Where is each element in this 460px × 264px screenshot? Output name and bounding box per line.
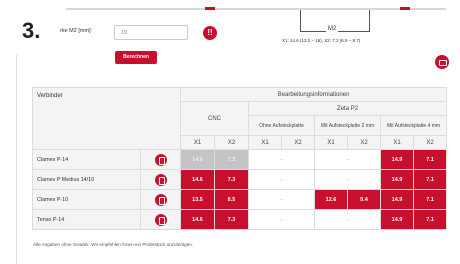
ohne-value: - — [248, 149, 315, 170]
connector-name: Tenso P-14 — [32, 209, 141, 230]
connector-name: Clamex P-10 — [32, 189, 141, 210]
results-table: Verbinder Bearbeitungsinformationen CNC … — [32, 87, 448, 230]
cnc-x1: 13.5 — [180, 189, 215, 210]
diagram-label: M2 — [326, 26, 339, 32]
ohne-value: - — [248, 169, 315, 190]
print-icon[interactable] — [435, 55, 449, 69]
x-label: X1 — [248, 135, 282, 150]
cnc-x2: 8.5 — [214, 189, 249, 210]
table-row: Clamex P Medius 14/10 14.6 7.3 - - 14.9 … — [32, 169, 448, 190]
table-row: Clamex P-14 14.6 7.3 - - 14.9 7.1 — [32, 149, 448, 170]
mit2-value: - — [314, 169, 381, 190]
step-number: 3. — [22, 18, 41, 43]
cnc-header: CNC — [180, 101, 249, 136]
connector-name: Clamex P-14 — [32, 149, 141, 170]
mit2-value: - — [314, 209, 381, 230]
mit4-x1: 14.9 — [380, 169, 414, 190]
x-label: X2 — [412, 135, 448, 150]
x-label: X2 — [281, 135, 315, 150]
connector-name: Clamex P Medius 14/10 — [32, 169, 141, 190]
connector-header: Verbinder — [32, 87, 181, 150]
cnc-x2: 7.3 — [214, 209, 249, 230]
ohne-value: - — [248, 189, 315, 210]
info-icon[interactable]: !! — [203, 26, 217, 40]
width-label: rke M2 [mm]: — [60, 28, 93, 34]
cnc-x2: 7.3 — [214, 169, 249, 190]
table-row: Tenso P-14 14.6 7.3 - - 14.9 7.1 — [32, 209, 448, 230]
x-label: X2 — [347, 135, 381, 150]
mit4-x2: 7.1 — [412, 169, 448, 190]
mit4-x2: 7.1 — [412, 149, 448, 170]
pdf-icon[interactable] — [154, 213, 167, 226]
processing-header: Bearbeitungsinformationen — [179, 87, 448, 102]
width-input[interactable]: 19 — [114, 25, 188, 40]
ohne-value: - — [248, 209, 315, 230]
sub-header: Mit Aufsteckplatte 2 mm — [314, 115, 381, 136]
mit4-x1: 14.9 — [380, 209, 414, 230]
disclaimer-text: Alle Angaben ohne Gewähr. Wir empfehlen … — [33, 242, 194, 247]
x-label: X1 — [180, 135, 215, 150]
x-label: X1 — [314, 135, 348, 150]
mit2-x1: 12.6 — [314, 189, 348, 210]
mit4-x2: 7.1 — [412, 209, 448, 230]
cnc-x1: 14.6 — [180, 169, 215, 190]
diagram-formula: X1: 14.6 (13.2 – 16), X2: 7.3 (6.9 – 8.7… — [282, 38, 361, 43]
cnc-x2: 7.3 — [214, 149, 249, 170]
pdf-icon[interactable] — [154, 153, 167, 166]
sub-header: Ohne Aufsteckplatte — [248, 115, 315, 136]
zeta-header: Zeta P2 — [247, 101, 448, 116]
cnc-x1: 14.6 — [180, 209, 215, 230]
top-accent-mark — [205, 7, 215, 10]
mit4-x1: 14.9 — [380, 189, 414, 210]
x-label: X1 — [380, 135, 414, 150]
x-label: X2 — [214, 135, 249, 150]
mit2-x2: 9.4 — [347, 189, 381, 210]
table-row: Clamex P-10 13.5 8.5 - 12.6 9.4 14.9 7.1 — [32, 189, 448, 210]
pdf-icon[interactable] — [154, 193, 167, 206]
mit4-x1: 14.9 — [380, 149, 414, 170]
mit4-x2: 7.1 — [412, 189, 448, 210]
mit2-value: - — [314, 149, 381, 170]
sub-header: Mit Aufsteckplatte 4 mm — [379, 115, 448, 136]
dimension-diagram: M2 X1: 14.6 (13.2 – 16), X2: 7.3 (6.9 – … — [280, 10, 430, 48]
pdf-icon[interactable] — [154, 173, 167, 186]
cnc-x1: 14.6 — [180, 149, 215, 170]
